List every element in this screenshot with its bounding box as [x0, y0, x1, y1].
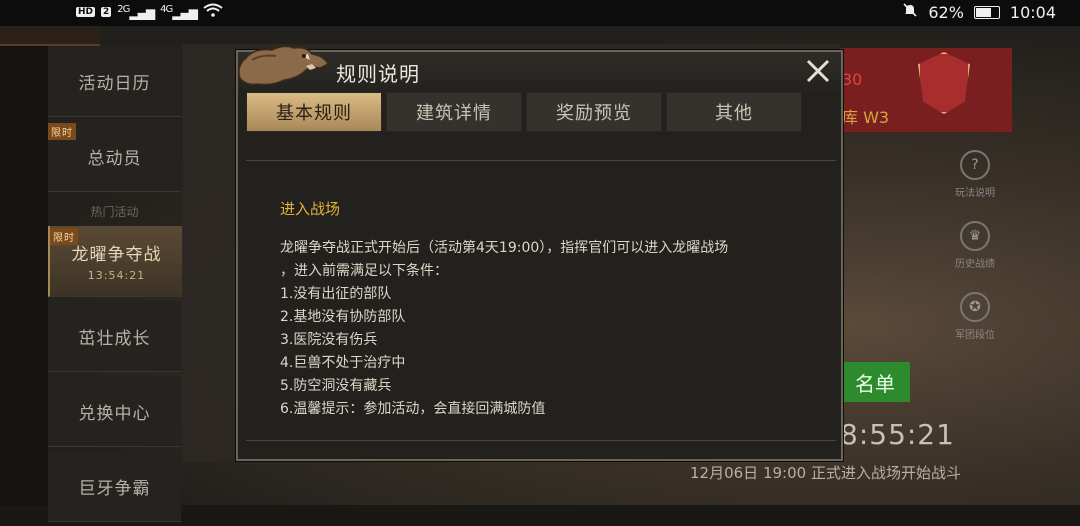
- divider: [246, 440, 836, 441]
- tab-basic-rules[interactable]: 基本规则: [246, 92, 382, 132]
- side-item-calendar[interactable]: 活动日历: [48, 46, 181, 117]
- left-frame: [0, 26, 48, 505]
- side-menu: 活动日历 限时 总动员 热门活动 限时 龙曜争夺战 13:54:21 茁壮成长 …: [48, 46, 183, 526]
- side-item-label: 茁壮成长: [78, 328, 151, 349]
- signal-2g-icon: 2G▂▄▆: [117, 4, 155, 20]
- dialog-tabs: 基本规则 建筑详情 奖励预览 其他: [246, 92, 802, 132]
- clock: 10:04: [1009, 2, 1056, 22]
- side-item-mobilization[interactable]: 限时 总动员: [48, 121, 181, 192]
- side-item-fang-battle[interactable]: 巨牙争霸: [48, 451, 181, 522]
- limited-tag: 限时: [50, 228, 78, 245]
- close-button[interactable]: [803, 56, 833, 86]
- rank-icon: ✪: [960, 292, 990, 322]
- side-item-growth[interactable]: 茁壮成长: [48, 301, 181, 372]
- intro-line-1: 龙曜争夺战正式开始后（活动第4天19:00），指挥官们可以进入龙曜战场: [280, 240, 729, 256]
- rules-dialog: 规则说明 基本规则 建筑详情 奖励预览 其他 进入战场 龙曜争夺战正式开始后（活…: [236, 45, 843, 461]
- mute-bell-icon: [902, 2, 918, 22]
- right-icon-column: ? 玩法说明 ♛ 历史战绩 ✪ 军团段位: [942, 150, 1008, 363]
- countdown: 13:54:21: [87, 269, 146, 282]
- rank-button[interactable]: ✪ 军团段位: [942, 292, 1008, 341]
- side-item-label: 活动日历: [78, 73, 151, 94]
- signup-button[interactable]: 名单: [840, 362, 910, 402]
- banner-number: 30: [842, 70, 863, 89]
- rule-item: 3.医院没有伤兵: [280, 332, 378, 348]
- side-item-label: 兑换中心: [78, 403, 151, 424]
- rule-item: 4.巨兽不处于治疗中: [280, 355, 406, 371]
- event-timer: 8:55:21: [840, 418, 955, 451]
- side-item-label: 总动员: [87, 148, 142, 169]
- intro-line-2: ，进入前需满足以下条件：: [280, 263, 448, 279]
- side-item-label: 巨牙争霸: [78, 478, 151, 499]
- rule-item: 5.防空洞没有藏兵: [280, 378, 392, 394]
- rule-item: 1.没有出征的部队: [280, 286, 392, 302]
- rule-item: 2.基地没有协防部队: [280, 309, 406, 325]
- side-item-label: 龙曜争夺战: [71, 245, 162, 265]
- top-strip: [0, 26, 100, 46]
- section-title: 进入战场: [280, 200, 341, 218]
- trophy-icon: ♛: [960, 221, 990, 251]
- signal-4g-icon: 4G▂▄▆: [160, 4, 198, 20]
- limited-tag: 限时: [48, 123, 76, 140]
- tab-other[interactable]: 其他: [666, 92, 802, 132]
- wifi-icon: [203, 3, 223, 21]
- hd-indicator: HD: [76, 7, 96, 17]
- dinosaur-icon: [238, 45, 330, 86]
- side-item-exchange[interactable]: 兑换中心: [48, 376, 181, 447]
- dialog-header: 规则说明: [238, 45, 841, 92]
- status-bar: HD 2 2G▂▄▆ 4G▂▄▆ 62% 10:04: [0, 0, 1080, 26]
- battery-percent: 62%: [928, 2, 964, 22]
- dialog-title: 规则说明: [336, 62, 420, 86]
- side-item-dragon-battle[interactable]: 限时 龙曜争夺战 13:54:21: [48, 226, 183, 297]
- banner-server: 库 W3: [842, 108, 890, 127]
- tab-building-details[interactable]: 建筑详情: [386, 92, 522, 132]
- event-start-info: 12月06日 19:00 正式进入战场开始战斗: [690, 464, 961, 482]
- sim-indicator: 2: [101, 7, 112, 17]
- divider: [246, 160, 836, 161]
- help-icon: ?: [960, 150, 990, 180]
- tab-reward-preview[interactable]: 奖励预览: [526, 92, 662, 132]
- rule-item: 6.温馨提示：参加活动，会直接回满城防值: [280, 401, 546, 417]
- battery-icon: [973, 5, 1000, 19]
- rules-content: 进入战场 龙曜争夺战正式开始后（活动第4天19:00），指挥官们可以进入龙曜战场…: [280, 198, 820, 421]
- history-button[interactable]: ♛ 历史战绩: [942, 221, 1008, 270]
- side-separator: 热门活动: [90, 204, 139, 219]
- close-icon: [806, 59, 830, 83]
- help-button[interactable]: ? 玩法说明: [942, 150, 1008, 199]
